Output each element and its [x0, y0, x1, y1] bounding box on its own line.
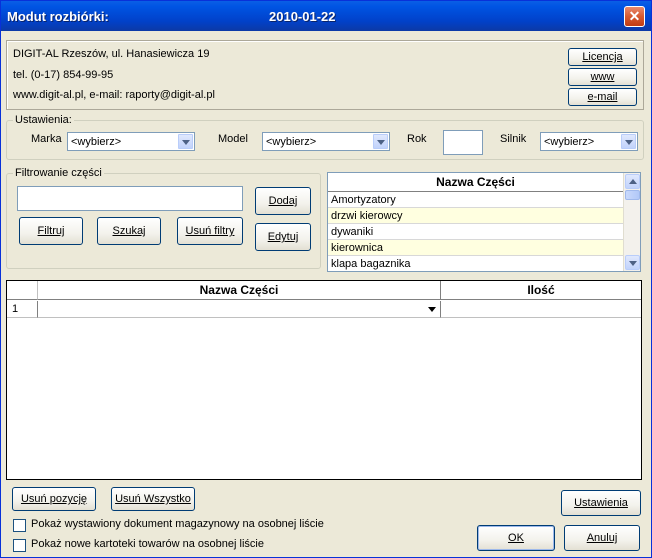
marka-label: Marka: [31, 133, 62, 145]
filter-legend: Filtrowanie części: [13, 167, 104, 179]
grid-row-number: 1: [7, 301, 38, 318]
filter-input[interactable]: [17, 186, 243, 211]
company-phone: tel. (0-17) 854-99-95: [13, 69, 114, 81]
model-label: Model: [218, 133, 248, 145]
rok-input[interactable]: [443, 130, 483, 155]
silnik-select-value: <wybierz>: [544, 136, 595, 148]
filter-button[interactable]: Filtruj: [19, 217, 83, 245]
scroll-up-icon[interactable]: [625, 174, 640, 189]
close-icon[interactable]: ✕: [624, 6, 645, 27]
marka-select-value: <wybierz>: [71, 136, 122, 148]
main-window: Modut rozbiórki: 2010-01-22 ✕ DIGIT-AL R…: [0, 0, 652, 558]
chevron-down-icon[interactable]: [428, 307, 436, 312]
chevron-down-icon[interactable]: [621, 134, 636, 149]
model-select[interactable]: <wybierz>: [262, 132, 390, 151]
email-button[interactable]: e-mail: [568, 88, 637, 106]
model-select-value: <wybierz>: [266, 136, 317, 148]
parts-list-content: Nazwa Części Amortyzatory drzwi kierowcy…: [328, 173, 623, 271]
parts-list-scrollbar[interactable]: [623, 173, 640, 271]
clear-filters-button[interactable]: Usuń filtry: [177, 217, 243, 245]
company-address: DIGIT-AL Rzeszów, ul. Hanasiewicza 19: [13, 48, 210, 60]
grid-cell-qty[interactable]: [441, 301, 641, 318]
parts-list[interactable]: Nazwa Części Amortyzatory drzwi kierowcy…: [327, 172, 641, 272]
list-item[interactable]: klapa bagaznika: [328, 256, 623, 271]
search-button[interactable]: Szukaj: [97, 217, 161, 245]
settings-legend: Ustawienia:: [13, 114, 74, 126]
window-title: Modut rozbiórki:: [7, 9, 109, 24]
ok-button[interactable]: OK: [477, 525, 555, 551]
show-document-checkbox[interactable]: [13, 519, 26, 532]
remove-item-button[interactable]: Usuń pozycję: [12, 487, 96, 511]
grid-header-qty[interactable]: Ilość: [441, 281, 641, 300]
scroll-down-icon[interactable]: [625, 255, 640, 270]
filter-group: Filtrowanie części Dodaj Filtruj Szukaj …: [6, 167, 321, 269]
window-date: 2010-01-22: [269, 9, 336, 24]
remove-all-button[interactable]: Usuń Wszystko: [111, 487, 195, 511]
rok-label: Rok: [407, 133, 427, 145]
edit-button[interactable]: Edytuj: [255, 223, 311, 251]
chevron-down-icon[interactable]: [178, 134, 193, 149]
marka-select[interactable]: <wybierz>: [67, 132, 195, 151]
company-info-panel: DIGIT-AL Rzeszów, ul. Hanasiewicza 19 te…: [6, 40, 644, 110]
list-item[interactable]: Amortyzatory: [328, 192, 623, 208]
grid-header-name[interactable]: Nazwa Części: [38, 281, 441, 300]
show-new-cards-label: Pokaż nowe kartoteki towarów na osobnej …: [31, 538, 264, 550]
show-document-label: Pokaż wystawiony dokument magazynowy na …: [31, 518, 324, 530]
list-item[interactable]: dywaniki: [328, 224, 623, 240]
add-button[interactable]: Dodaj: [255, 187, 311, 215]
www-button[interactable]: www: [568, 68, 637, 86]
list-item[interactable]: kierownica: [328, 240, 623, 256]
grid-cell-name[interactable]: [38, 301, 441, 318]
settings-button[interactable]: Ustawienia: [561, 490, 641, 516]
list-item[interactable]: drzwi kierowcy: [328, 208, 623, 224]
title-bar[interactable]: Modut rozbiórki: 2010-01-22 ✕: [1, 1, 651, 31]
company-web-email: www.digit-al.pl, e-mail: raporty@digit-a…: [13, 89, 215, 101]
licencja-button[interactable]: Licencja: [568, 48, 637, 66]
parts-list-header[interactable]: Nazwa Części: [328, 173, 623, 192]
scroll-thumb[interactable]: [625, 190, 640, 200]
items-grid[interactable]: Nazwa Części Ilość 1: [6, 280, 642, 480]
cancel-button[interactable]: Anuluj: [564, 525, 640, 551]
chevron-down-icon[interactable]: [373, 134, 388, 149]
silnik-label: Silnik: [500, 133, 527, 145]
settings-group: Ustawienia: Marka <wybierz> Model <wybie…: [6, 114, 644, 160]
grid-corner: [7, 281, 38, 300]
show-new-cards-checkbox[interactable]: [13, 539, 26, 552]
silnik-select[interactable]: <wybierz>: [540, 132, 638, 151]
